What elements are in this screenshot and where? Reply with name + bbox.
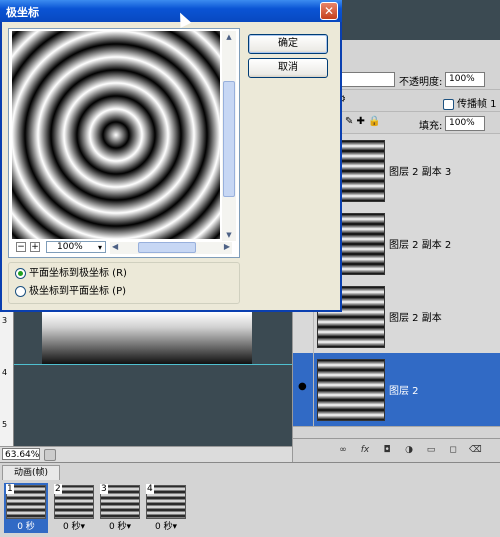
scroll-right-icon[interactable]: ▶ [224, 242, 230, 251]
scroll-up-icon[interactable]: ▲ [222, 31, 236, 43]
radio-button[interactable] [15, 267, 26, 279]
animation-panel: 动画(帧) 1 0 秒 2 0 秒▾ 3 0 秒▾ 4 0 秒▾ [0, 462, 500, 537]
polar-coordinates-dialog: 极坐标 ✕ ▲ ▼ − + 100% ▾ ◀ ▶ 确定 取消 平面坐标到极坐标 … [0, 0, 342, 312]
animation-tab[interactable]: 动画(帧) [2, 465, 60, 480]
animation-frame[interactable]: 3 0 秒▾ [98, 483, 142, 533]
scroll-left-icon[interactable]: ◀ [112, 242, 118, 251]
frame-number: 4 [146, 484, 154, 494]
layer-thumbnail [317, 359, 385, 421]
frame-number: 3 [100, 484, 108, 494]
canvas-gradient-strip [42, 312, 252, 364]
conversion-options: 平面坐标到极坐标 (R) 极坐标到平面坐标 (P) [8, 262, 240, 304]
scroll-down-icon[interactable]: ▼ [222, 229, 236, 241]
animation-frame[interactable]: 4 0 秒▾ [144, 483, 188, 533]
dialog-title: 极坐标 [6, 6, 39, 19]
preview-zoom-value: 100% [57, 242, 83, 252]
preview-controls: − + 100% ▾ ◀ ▶ [12, 241, 236, 255]
layer-name: 图层 2 [389, 386, 419, 397]
fill-input[interactable]: 100% [445, 116, 485, 131]
ruler-mark: 5 [2, 420, 8, 429]
frame-delay[interactable]: 0 秒▾ [144, 521, 188, 533]
preview-vertical-scrollbar[interactable]: ▲ ▼ [222, 31, 236, 241]
dialog-titlebar[interactable]: 极坐标 ✕ [0, 0, 342, 22]
radio-button[interactable] [15, 285, 26, 297]
filter-preview[interactable] [12, 31, 220, 239]
frame-number: 1 [6, 484, 14, 494]
new-layer-icon[interactable]: ◻ [447, 444, 459, 456]
option-label: 平面坐标到极坐标 (R) [29, 268, 127, 279]
opacity-label: 不透明度: [399, 77, 443, 88]
ok-button[interactable]: 确定 [248, 34, 328, 54]
frame-number: 2 [54, 484, 62, 494]
fx-icon[interactable]: fx [359, 444, 371, 456]
guide-line [14, 364, 292, 365]
cancel-button[interactable]: 取消 [248, 58, 328, 78]
option-polar-to-rect[interactable]: 极坐标到平面坐标 (P) [15, 284, 126, 300]
ruler-mark: 4 [2, 368, 8, 377]
animation-frame[interactable]: 1 0 秒 [4, 483, 48, 533]
opacity-input[interactable]: 100% [445, 72, 485, 87]
preview-zoom-select[interactable]: 100% ▾ [46, 241, 106, 253]
adjustment-icon[interactable]: ◑ [403, 444, 415, 456]
layers-panel-footer: ∞ fx ◘ ◑ ▭ ◻ ⌫ [293, 438, 500, 463]
fill-label: 填充: [419, 121, 443, 132]
scroll-thumb[interactable] [138, 242, 196, 253]
frame-delay[interactable]: 0 秒 [4, 521, 48, 533]
zoom-field[interactable]: 63.64% [2, 448, 40, 460]
propagate-frame[interactable]: 传播帧 1 [443, 95, 497, 110]
status-info-icon[interactable] [44, 449, 56, 461]
propagate-label: 传播帧 1 [457, 99, 497, 110]
animation-frame[interactable]: 2 0 秒▾ [52, 483, 96, 533]
brush-lock-icon[interactable]: ✎ ✚ 🔒 [345, 116, 381, 127]
close-button[interactable]: ✕ [320, 2, 338, 20]
zoom-in-button[interactable]: + [30, 242, 40, 252]
trash-icon[interactable]: ⌫ [469, 444, 482, 456]
link-icon[interactable]: ∞ [337, 444, 349, 456]
preview-horizontal-scrollbar[interactable]: ◀ ▶ [110, 242, 232, 254]
zoom-out-button[interactable]: − [16, 242, 26, 252]
layer-row-selected[interactable]: ● 图层 2 [293, 353, 500, 427]
mask-icon[interactable]: ◘ [381, 444, 393, 456]
option-label: 极坐标到平面坐标 (P) [29, 286, 127, 297]
chevron-down-icon[interactable]: ▾ [98, 242, 102, 253]
layer-name: 图层 2 副本 2 [389, 240, 452, 251]
option-rect-to-polar[interactable]: 平面坐标到极坐标 (R) [15, 266, 127, 282]
ruler-mark: 3 [2, 316, 8, 325]
vertical-ruler: 3 4 5 [0, 312, 14, 459]
eye-icon[interactable]: ● [293, 353, 314, 426]
propagate-checkbox[interactable] [443, 98, 454, 110]
folder-icon[interactable]: ▭ [425, 444, 437, 456]
preview-box: ▲ ▼ − + 100% ▾ ◀ ▶ [8, 28, 240, 258]
frame-delay[interactable]: 0 秒▾ [98, 521, 142, 533]
status-bar: 63.64% [0, 446, 292, 462]
scroll-thumb[interactable] [223, 81, 235, 197]
layer-name: 图层 2 副本 [389, 313, 442, 324]
layer-name: 图层 2 副本 3 [389, 167, 452, 178]
frame-delay[interactable]: 0 秒▾ [52, 521, 96, 533]
